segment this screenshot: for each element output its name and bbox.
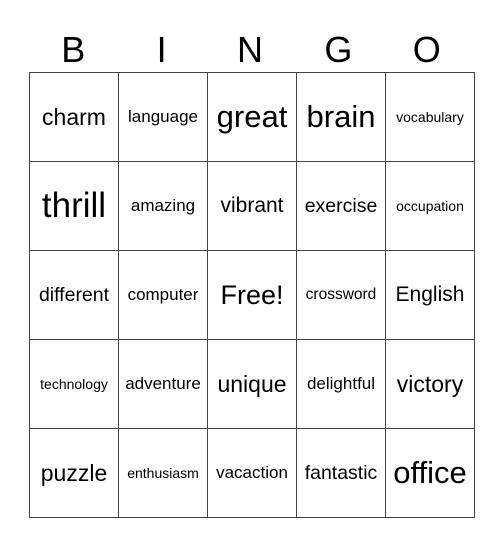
bingo-header: B I N G O	[29, 28, 471, 72]
bingo-row: thrill amazing vibrant exercise occupati…	[29, 161, 475, 251]
bingo-cell[interactable]: adventure	[118, 339, 208, 429]
header-letter-i: I	[156, 29, 167, 70]
bingo-cell[interactable]: computer	[118, 250, 208, 340]
header-letter-g: G	[324, 29, 353, 70]
bingo-cell[interactable]: fantastic	[296, 428, 386, 518]
bingo-cell[interactable]: language	[118, 72, 208, 162]
bingo-cell[interactable]: technology	[29, 339, 119, 429]
bingo-cell[interactable]: brain	[296, 72, 386, 162]
bingo-cell[interactable]: office	[385, 428, 475, 518]
bingo-card: charm language great brain vocabulary th…	[29, 72, 475, 518]
header-letter-b: B	[61, 29, 86, 70]
free-space-cell[interactable]: Free!	[207, 250, 297, 340]
bingo-cell[interactable]: different	[29, 250, 119, 340]
bingo-row: different computer Free! crossword Engli…	[29, 250, 475, 340]
bingo-cell[interactable]: great	[207, 72, 297, 162]
bingo-cell[interactable]: delightful	[296, 339, 386, 429]
bingo-cell[interactable]: occupation	[385, 161, 475, 251]
bingo-cell[interactable]: charm	[29, 72, 119, 162]
bingo-cell[interactable]: exercise	[296, 161, 386, 251]
bingo-cell[interactable]: amazing	[118, 161, 208, 251]
bingo-cell[interactable]: thrill	[29, 161, 119, 251]
bingo-cell[interactable]: English	[385, 250, 475, 340]
bingo-cell[interactable]: enthusiasm	[118, 428, 208, 518]
bingo-cell[interactable]: unique	[207, 339, 297, 429]
header-letter-n: N	[236, 29, 263, 70]
bingo-cell[interactable]: vibrant	[207, 161, 297, 251]
bingo-row: charm language great brain vocabulary	[29, 72, 475, 162]
bingo-cell[interactable]: puzzle	[29, 428, 119, 518]
bingo-cell[interactable]: vocabulary	[385, 72, 475, 162]
bingo-row: technology adventure unique delightful v…	[29, 339, 475, 429]
bingo-row: puzzle enthusiasm vacaction fantastic of…	[29, 428, 475, 518]
header-letter-o: O	[412, 29, 441, 70]
bingo-cell[interactable]: vacaction	[207, 428, 297, 518]
bingo-cell[interactable]: victory	[385, 339, 475, 429]
bingo-cell[interactable]: crossword	[296, 250, 386, 340]
